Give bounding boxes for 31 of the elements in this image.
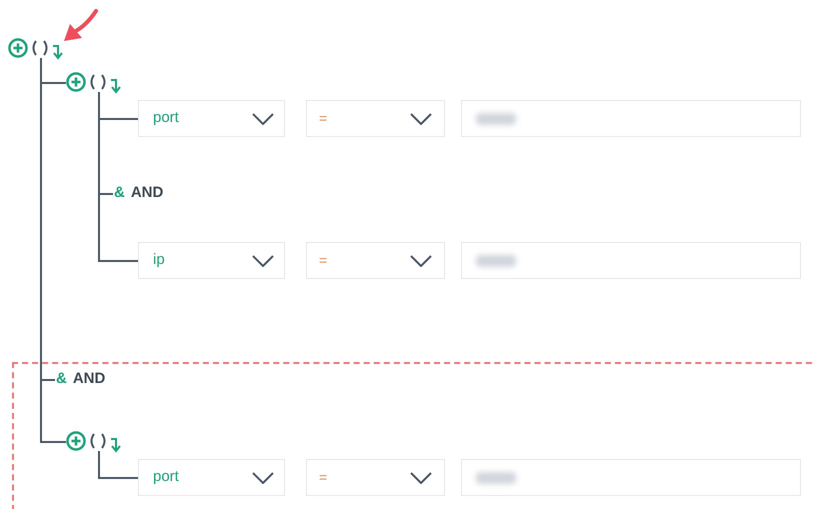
add-icon[interactable] — [66, 72, 86, 92]
blurred-value — [476, 472, 516, 484]
field-select[interactable]: ip — [138, 242, 285, 279]
value-input[interactable] — [461, 100, 801, 137]
value-input[interactable] — [461, 242, 801, 279]
parentheses-icon[interactable] — [88, 74, 108, 90]
chevron-down-icon — [252, 254, 274, 266]
operator-select[interactable]: = — [306, 242, 445, 279]
arrow-down-icon[interactable] — [52, 44, 64, 60]
and-symbol: & — [114, 182, 125, 203]
operator-select[interactable]: = — [306, 100, 445, 137]
parentheses-icon[interactable] — [30, 40, 50, 56]
add-icon[interactable] — [66, 431, 86, 451]
and-label: AND — [130, 182, 164, 203]
operator-select[interactable]: = — [306, 459, 445, 496]
field-select[interactable]: port — [138, 100, 285, 137]
field-select[interactable]: port — [138, 459, 285, 496]
parentheses-icon[interactable] — [88, 433, 108, 449]
value-input[interactable] — [461, 459, 801, 496]
and-label: AND — [72, 368, 106, 389]
chevron-down-icon — [410, 472, 432, 484]
arrow-down-icon[interactable] — [110, 437, 122, 453]
and-symbol: & — [56, 368, 67, 389]
add-icon[interactable] — [8, 38, 28, 58]
arrow-down-icon[interactable] — [110, 78, 122, 94]
blurred-value — [476, 254, 516, 266]
chevron-down-icon — [410, 112, 432, 124]
blurred-value — [476, 112, 516, 124]
chevron-down-icon — [252, 472, 274, 484]
chevron-down-icon — [410, 254, 432, 266]
chevron-down-icon — [252, 112, 274, 124]
